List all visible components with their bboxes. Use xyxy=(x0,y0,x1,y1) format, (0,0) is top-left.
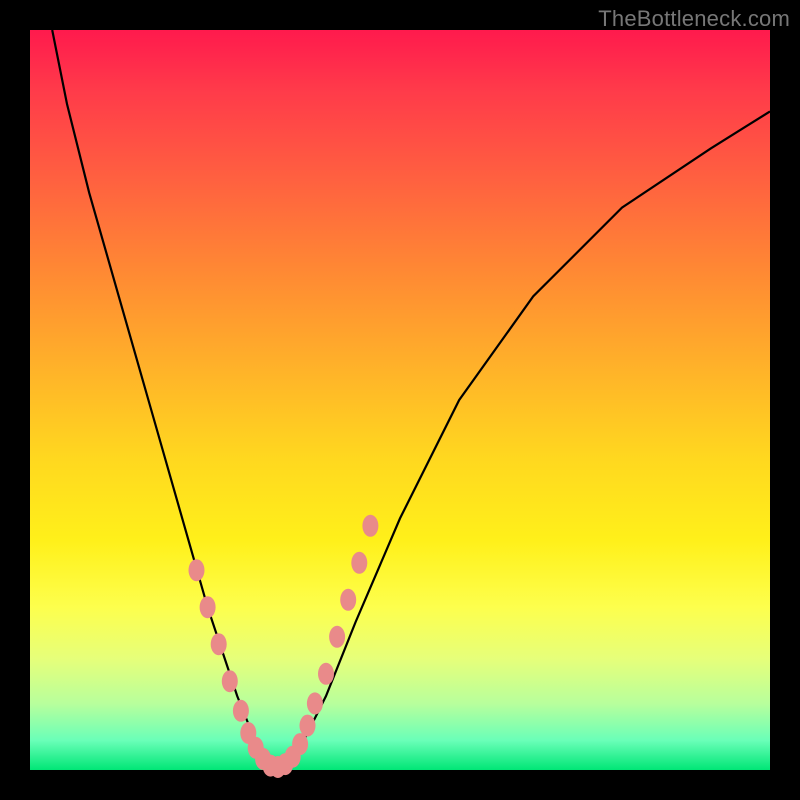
marker-dot xyxy=(329,626,345,648)
bottleneck-curve xyxy=(52,30,770,768)
highlight-dots xyxy=(189,515,379,778)
marker-dot xyxy=(307,692,323,714)
marker-dot xyxy=(351,552,367,574)
marker-dot xyxy=(200,596,216,618)
marker-dot xyxy=(211,633,227,655)
chart-svg xyxy=(30,30,770,770)
marker-dot xyxy=(292,733,308,755)
marker-dot xyxy=(318,663,334,685)
marker-dot xyxy=(222,670,238,692)
plot-area xyxy=(30,30,770,770)
chart-frame: TheBottleneck.com xyxy=(0,0,800,800)
marker-dot xyxy=(233,700,249,722)
marker-dot xyxy=(340,589,356,611)
watermark-text: TheBottleneck.com xyxy=(598,6,790,32)
marker-dot xyxy=(362,515,378,537)
marker-dot xyxy=(300,715,316,737)
marker-dot xyxy=(189,559,205,581)
